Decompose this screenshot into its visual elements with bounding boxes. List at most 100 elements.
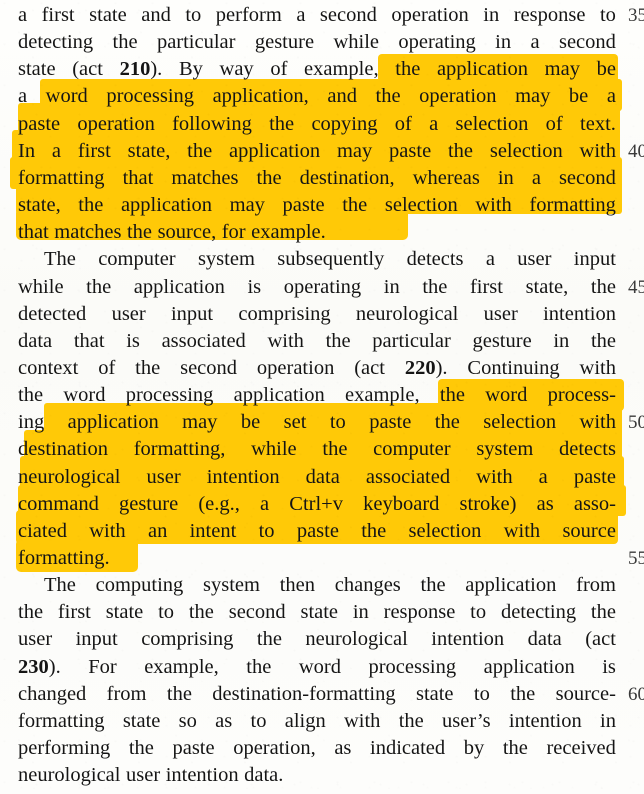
word: a — [538, 465, 548, 488]
word: command — [18, 492, 99, 515]
word: destination, — [299, 166, 395, 189]
word: received — [546, 737, 616, 760]
word: indicated — [370, 737, 446, 760]
word: to — [470, 601, 487, 624]
word: to — [473, 682, 490, 705]
word: For — [88, 655, 117, 678]
text-line: detected user input comprising neurological u… — [18, 301, 616, 328]
word: the — [510, 682, 536, 705]
word: The — [44, 248, 76, 271]
word: a — [531, 166, 541, 189]
word: the — [269, 112, 295, 135]
word: example, — [304, 58, 379, 81]
text-line: the first state to the second state in response t… — [18, 599, 616, 626]
word: first — [41, 4, 75, 26]
word: a — [296, 4, 306, 26]
word: neurological — [305, 628, 408, 651]
word: neurological — [18, 465, 121, 488]
text-line: a first state and to perform a second operation i… — [18, 2, 616, 29]
word: that — [122, 166, 154, 189]
word: may — [182, 411, 218, 434]
text-line: formatting. — [18, 545, 616, 572]
word: to — [185, 4, 202, 26]
word: destination — [18, 438, 108, 461]
word: the — [126, 221, 153, 244]
word: in — [600, 709, 616, 732]
text-line: performing the paste operation, as indicated b… — [18, 735, 616, 762]
word: user — [111, 302, 146, 325]
word: of — [270, 58, 288, 81]
word: then — [279, 574, 316, 597]
text-line: neurological user intention data associated w… — [18, 464, 616, 491]
word: in — [352, 601, 369, 624]
word: with — [476, 465, 513, 488]
margin-line-number: 45 — [628, 276, 644, 298]
word: computing — [95, 574, 184, 597]
word: the — [439, 384, 465, 407]
word: selection — [489, 139, 563, 162]
word: data — [305, 465, 340, 488]
word: from — [576, 574, 616, 597]
word: intention — [431, 628, 505, 651]
word: application — [465, 574, 557, 597]
text-line: state, the application may paste the selection… — [18, 192, 616, 219]
word: while — [251, 438, 297, 461]
word: application — [120, 194, 213, 217]
text-line: command gesture (e.g., a Ctrl+v keyboard strok… — [18, 491, 616, 518]
word: to — [329, 411, 346, 434]
word: first — [469, 275, 503, 298]
word: state — [122, 709, 161, 732]
word: a — [530, 31, 540, 54]
word: state — [105, 601, 144, 624]
word: application — [483, 655, 575, 678]
word: is — [247, 275, 262, 298]
word: in — [383, 275, 400, 298]
word: associated — [365, 465, 451, 488]
word: state — [415, 682, 454, 705]
word: response — [513, 4, 586, 26]
word: a — [260, 492, 270, 515]
word: while — [333, 31, 379, 54]
word: with — [89, 519, 126, 542]
text-line: detecting the particular gesture while operat… — [18, 29, 616, 56]
text-line: user input comprising the neurological intent… — [18, 626, 616, 653]
word: copying — [311, 112, 378, 135]
word: first — [57, 601, 91, 624]
word: be — [240, 411, 261, 434]
word: and — [327, 85, 357, 108]
word: operating — [283, 275, 362, 298]
word: operating — [398, 31, 476, 54]
word: matches — [54, 221, 122, 244]
word: 210). — [119, 58, 163, 81]
text-line: that matches the source, for example. — [18, 219, 616, 246]
word: neurological — [18, 764, 121, 787]
word: Continuing — [467, 356, 560, 379]
word: formatting, — [133, 438, 226, 461]
word: the — [112, 31, 138, 54]
word: the — [322, 438, 348, 461]
word: In — [18, 139, 36, 162]
word: the — [590, 601, 616, 624]
word: operation, — [233, 737, 316, 760]
word: processing — [106, 85, 195, 108]
word: the — [361, 519, 387, 542]
word: paste — [369, 411, 412, 434]
word: that — [18, 221, 49, 244]
word: detecting — [500, 601, 577, 624]
margin-line-number: 50 — [628, 412, 644, 434]
word: while — [18, 275, 64, 298]
word: source, — [157, 221, 217, 244]
reference-numeral: 210 — [119, 58, 151, 81]
word: is — [126, 329, 140, 352]
word: operation — [256, 356, 335, 379]
word: in — [495, 31, 512, 54]
word: application — [133, 275, 225, 298]
word: to — [250, 709, 267, 732]
word: of — [98, 356, 116, 379]
word: for — [221, 221, 246, 244]
word: source- — [555, 682, 616, 705]
word: with — [475, 194, 512, 217]
reference-numeral: 230 — [18, 655, 49, 678]
word: detected — [18, 302, 87, 325]
word: changes — [334, 574, 401, 597]
